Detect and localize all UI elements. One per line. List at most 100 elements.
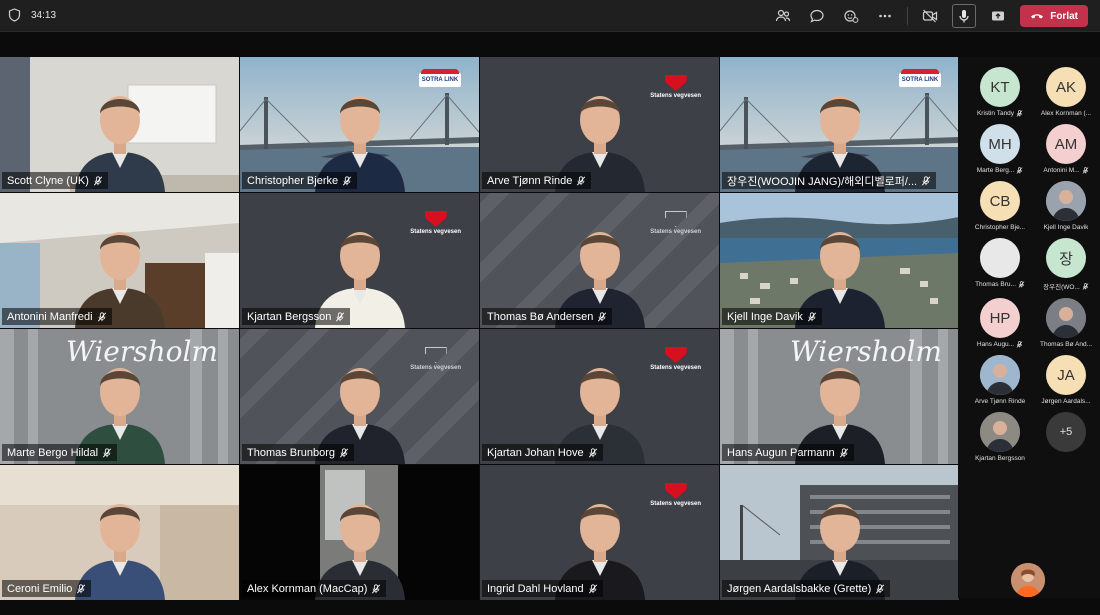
participant-item[interactable]: AK Alex Kornman (... bbox=[1034, 67, 1098, 117]
mic-icon[interactable] bbox=[952, 4, 977, 28]
participant-name: Alex Kornman (... bbox=[1040, 110, 1092, 117]
video-tile[interactable]: Antonini Manfredi bbox=[0, 193, 239, 328]
logo-text: Statens vegvesen bbox=[650, 501, 701, 507]
logo-text: Statens vegvesen bbox=[650, 229, 701, 235]
participant-item[interactable]: 장장우진(WO... bbox=[1034, 238, 1098, 291]
avatar: 장 bbox=[1046, 238, 1086, 278]
chat-icon[interactable] bbox=[805, 4, 829, 28]
video-tile[interactable]: Statens vegvesen Thomas Bø Andersen bbox=[480, 193, 719, 328]
mic-muted-icon bbox=[1016, 341, 1023, 348]
video-tile[interactable]: Statens vegvesen Thomas Brunborg bbox=[240, 329, 479, 464]
camera-off-icon[interactable] bbox=[918, 4, 942, 28]
mic-muted-icon bbox=[102, 447, 112, 458]
statens-vegvesen-emblem bbox=[664, 75, 687, 91]
participant-name: Thomas Bru... bbox=[975, 281, 1016, 288]
participant-item[interactable]: CB Christopher Bje... bbox=[968, 181, 1032, 231]
shield-icon[interactable] bbox=[8, 8, 21, 22]
more-icon[interactable] bbox=[873, 4, 897, 28]
mic-muted-icon bbox=[1082, 167, 1089, 174]
mic-muted-icon bbox=[93, 175, 103, 186]
participant-item[interactable]: Thomas Bø And... bbox=[1034, 298, 1098, 348]
mic-muted-icon bbox=[875, 583, 885, 594]
participant-item[interactable]: JA Jørgen Aardals... bbox=[1034, 355, 1098, 405]
participant-name: Marte Berg... bbox=[976, 167, 1015, 174]
mic-muted-icon bbox=[597, 311, 607, 322]
more-participants-button[interactable]: +5 bbox=[1034, 412, 1098, 462]
avatar: CB bbox=[980, 181, 1020, 221]
avatar: AM bbox=[1046, 124, 1086, 164]
video-tile[interactable]: SOTRA LINK 장우진(WOOJIN JANG)/해외디벨로퍼/... bbox=[720, 57, 959, 192]
mic-muted-icon bbox=[576, 175, 586, 186]
people-icon[interactable] bbox=[771, 4, 795, 28]
avatar bbox=[980, 412, 1020, 452]
avatar-initials: +5 bbox=[1059, 426, 1073, 438]
participant-name: Hans Augun Parmann bbox=[727, 446, 835, 459]
video-tile[interactable]: Jørgen Aardalsbakke (Grette) bbox=[720, 465, 959, 600]
participant-item[interactable]: AM Antonini M... bbox=[1034, 124, 1098, 174]
participant-name: Arve Tjønn Rinde bbox=[487, 174, 573, 187]
participant-item[interactable]: Kjell Inge Davik bbox=[1034, 181, 1098, 231]
participant-name: Ceroni Emilio bbox=[7, 582, 73, 595]
participant-name-row: Jørgen Aardals... bbox=[1041, 398, 1090, 405]
avatar-initials: HP bbox=[989, 309, 1011, 327]
participant-name-label: Scott Clyne (UK) bbox=[2, 172, 108, 189]
statens-vegvesen-logo: Statens vegvesen bbox=[650, 483, 701, 507]
share-screen-icon[interactable] bbox=[986, 4, 1010, 28]
video-tile[interactable]: SOTRA LINK Christopher Bjerke bbox=[240, 57, 479, 192]
avatar: +5 bbox=[1046, 412, 1086, 452]
phone-hangup-icon bbox=[1030, 11, 1044, 21]
participant-name: Antonini M... bbox=[1043, 167, 1080, 174]
video-tile[interactable]: Statens vegvesen Kjartan Johan Hove bbox=[480, 329, 719, 464]
toolbar-divider bbox=[907, 7, 909, 25]
video-tile[interactable]: Statens vegvesen Arve Tjønn Rinde bbox=[480, 57, 719, 192]
mic-muted-icon bbox=[921, 175, 931, 186]
mic-muted-icon bbox=[342, 175, 352, 186]
logo-text: Statens vegvesen bbox=[410, 365, 461, 371]
video-tile[interactable]: Alex Kornman (MacCap) bbox=[240, 465, 479, 600]
participant-item[interactable]: Arve Tjønn Rinde bbox=[968, 355, 1032, 405]
participant-item[interactable]: HP Hans Augu... bbox=[968, 298, 1032, 348]
video-tile[interactable]: Wiersholm Hans Augun Parmann bbox=[720, 329, 959, 464]
video-tile[interactable]: Kjell Inge Davik bbox=[720, 193, 959, 328]
self-view-avatar[interactable] bbox=[1011, 563, 1045, 597]
participant-name-label: Ceroni Emilio bbox=[2, 580, 92, 597]
reactions-icon[interactable] bbox=[839, 4, 863, 28]
video-tile[interactable]: Ceroni Emilio bbox=[0, 465, 239, 600]
video-tile[interactable]: Statens vegvesen Kjartan Bergsson bbox=[240, 193, 479, 328]
statens-vegvesen-logo: Statens vegvesen bbox=[650, 75, 701, 99]
participant-name: Christopher Bjerke bbox=[247, 174, 339, 187]
participant-item[interactable]: KT Kristin Tandy bbox=[968, 67, 1032, 117]
participant-name-row: Kjell Inge Davik bbox=[1044, 224, 1089, 231]
avatar-initials: CB bbox=[989, 192, 1011, 210]
sotra-link-logo: SOTRA LINK bbox=[899, 69, 941, 87]
leave-button[interactable]: Forlat bbox=[1020, 5, 1088, 27]
meeting-timer: 34:13 bbox=[31, 9, 57, 21]
sotra-link-logo: SOTRA LINK bbox=[419, 69, 461, 87]
participant-name-label: Hans Augun Parmann bbox=[722, 444, 854, 461]
video-grid: Scott Clyne (UK) SOTRA LINK Christopher Bj… bbox=[0, 57, 959, 600]
participant-item[interactable]: Thomas Bru... bbox=[968, 238, 1032, 291]
video-tile[interactable]: Statens vegvesen Ingrid Dahl Hovland bbox=[480, 465, 719, 600]
participant-name-row: Alex Kornman (... bbox=[1041, 110, 1091, 117]
participant-item[interactable]: Kjartan Bergsson bbox=[968, 412, 1032, 462]
mic-muted-icon bbox=[335, 311, 345, 322]
statens-vegvesen-logo: Statens vegvesen bbox=[650, 347, 701, 371]
mic-muted-icon bbox=[97, 311, 107, 322]
mic-muted-icon bbox=[839, 447, 849, 458]
participant-name: Kristin Tandy bbox=[976, 110, 1015, 117]
participant-name-label: Kjartan Johan Hove bbox=[482, 444, 603, 461]
avatar bbox=[1046, 181, 1086, 221]
participant-name: 장우진(WO... bbox=[1043, 284, 1080, 291]
logo-text: Statens vegvesen bbox=[410, 229, 461, 235]
participant-name: Kjartan Bergsson bbox=[975, 455, 1025, 462]
participant-name-label: Thomas Bø Andersen bbox=[482, 308, 613, 325]
participant-item[interactable]: MH Marte Berg... bbox=[968, 124, 1032, 174]
participant-name: Marte Bergo Hildal bbox=[7, 446, 99, 459]
participant-name: 장우진(WOOJIN JANG)/해외디벨로퍼/... bbox=[727, 175, 918, 188]
mic-muted-icon bbox=[76, 583, 86, 594]
statens-vegvesen-emblem bbox=[664, 211, 687, 227]
mic-muted-icon bbox=[1016, 167, 1023, 174]
participant-name-row: Kjartan Bergsson bbox=[975, 455, 1025, 462]
video-tile[interactable]: Scott Clyne (UK) bbox=[0, 57, 239, 192]
video-tile[interactable]: Wiersholm Marte Bergo Hildal bbox=[0, 329, 239, 464]
